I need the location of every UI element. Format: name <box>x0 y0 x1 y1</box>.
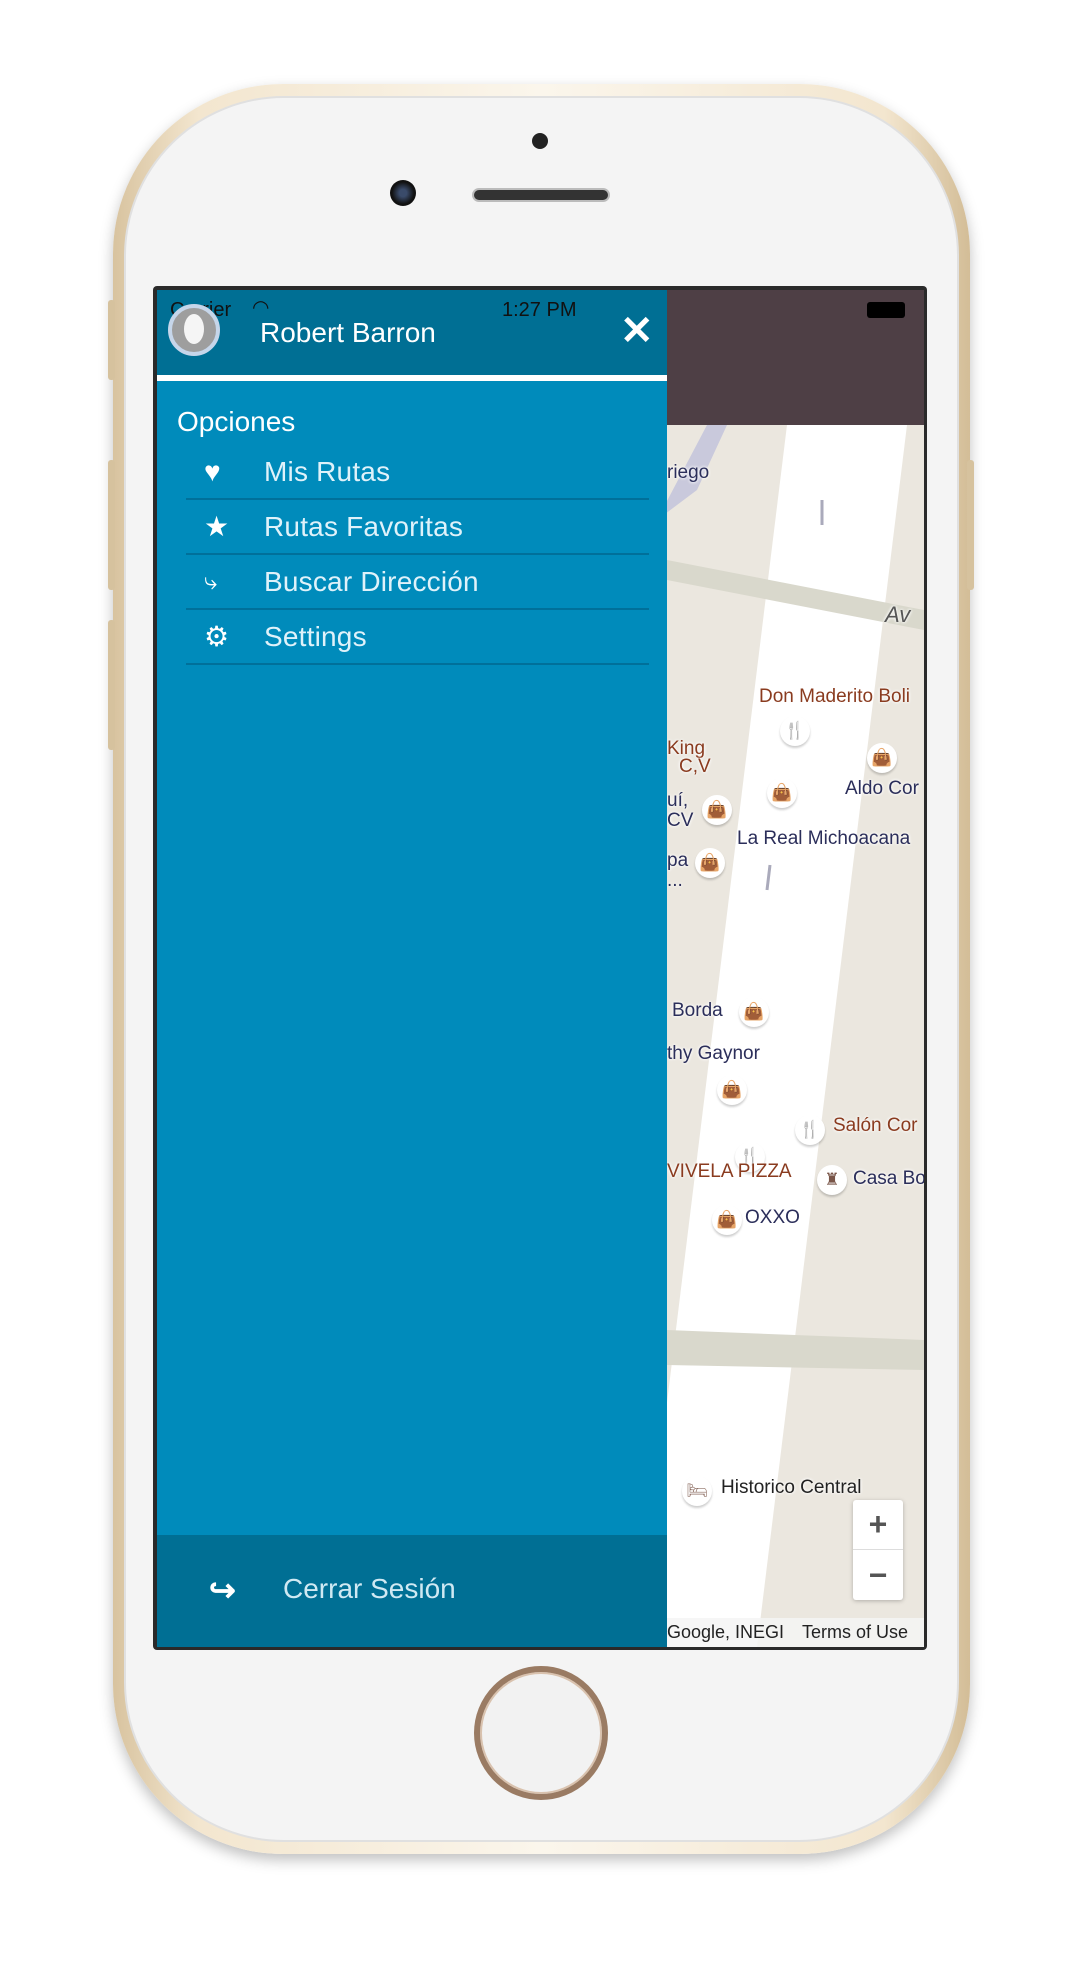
user-name: Robert Barron <box>260 317 436 348</box>
map-label: CV <box>667 810 694 831</box>
map-label: C,V <box>679 756 711 777</box>
zoom-in-button[interactable]: + <box>853 1500 903 1550</box>
menu-item-label: Mis Rutas <box>264 455 391 487</box>
map-label: Casa Bo <box>853 1168 924 1189</box>
map-view[interactable]: riego Av Don Maderito Boli 🍴 King C,V 👜 … <box>667 290 924 1647</box>
map-label: La Real Michoacana <box>737 828 911 849</box>
gear-icon: ⚙ <box>204 621 230 652</box>
map-label: VIVELA PIZZA <box>667 1161 792 1182</box>
star-icon: ★ <box>204 511 230 542</box>
shop-icon[interactable]: 👜 <box>712 1205 742 1235</box>
logout-label: Cerrar Sesión <box>283 1573 456 1604</box>
map-label: pa <box>667 850 689 871</box>
shop-icon[interactable]: 👜 <box>739 997 769 1027</box>
landmark-icon[interactable]: ♜ <box>817 1165 847 1195</box>
shop-icon[interactable]: 👜 <box>695 848 725 878</box>
map-roads <box>667 425 924 1647</box>
earpiece-speaker <box>472 188 610 202</box>
map-label: Aldo Cor <box>845 778 919 799</box>
mute-switch <box>108 300 115 380</box>
power-button <box>967 460 974 590</box>
menu-item-settings[interactable]: ⚙ Settings <box>186 610 649 665</box>
menu-item-label: Rutas Favoritas <box>264 510 464 542</box>
map-label: Don Maderito Boli <box>759 686 911 707</box>
route-pin-icon: ⤷ <box>204 567 218 595</box>
shop-icon[interactable]: 👜 <box>767 778 797 808</box>
menu-item-label: Buscar Dirección <box>264 565 479 597</box>
menu-item-buscar-direccion[interactable]: ⤷ Buscar Dirección <box>186 555 649 610</box>
menu-item-rutas-favoritas[interactable]: ★ Rutas Favoritas <box>186 500 649 555</box>
home-button[interactable] <box>474 1666 608 1800</box>
terms-link[interactable]: Terms of Use <box>802 1622 908 1643</box>
shop-icon[interactable]: 👜 <box>717 1075 747 1105</box>
map-label: ... <box>667 870 683 891</box>
logout-icon: ↪ <box>209 1572 236 1608</box>
volume-down-button <box>108 620 115 750</box>
map-label: uí, <box>667 790 689 811</box>
drawer-header: Carrier ◠ 1:27 PM Robert Barron ✕ <box>157 290 667 375</box>
zoom-control: + − <box>853 1500 903 1600</box>
shop-icon[interactable]: 👜 <box>702 795 732 825</box>
battery-icon <box>867 302 905 318</box>
map-navbar <box>667 290 924 425</box>
side-drawer: Carrier ◠ 1:27 PM Robert Barron ✕ Opcion… <box>157 290 667 1647</box>
attribution-text: Google, INEGI <box>667 1622 785 1642</box>
proximity-sensor <box>532 133 548 149</box>
close-icon[interactable]: ✕ <box>620 308 654 354</box>
map-label: Borda <box>672 1000 723 1021</box>
map-label: riego <box>667 462 710 483</box>
zoom-out-button[interactable]: − <box>853 1550 903 1600</box>
restaurant-icon[interactable]: 🍴 <box>780 716 810 746</box>
map-label: thy Gaynor <box>667 1043 760 1064</box>
status-time: 1:27 PM <box>502 299 577 321</box>
restaurant-icon[interactable]: 🍴 <box>795 1115 825 1145</box>
front-camera <box>390 180 416 206</box>
hotel-icon[interactable]: 🛏 <box>682 1476 712 1506</box>
logout-button[interactable]: ↪ Cerrar Sesión <box>157 1535 667 1647</box>
map-label: Salón Cor <box>833 1115 918 1136</box>
volume-up-button <box>108 460 115 590</box>
shop-icon[interactable]: 👜 <box>867 743 897 773</box>
map-attribution: Google, INEGI Terms of Use <box>667 1618 924 1647</box>
cross-street <box>667 1330 924 1370</box>
section-title: Opciones <box>177 406 296 437</box>
menu-item-label: Settings <box>264 620 367 652</box>
map-label: Historico Central <box>721 1477 862 1498</box>
header-divider <box>157 375 667 381</box>
map-label: OXXO <box>745 1207 800 1228</box>
map-label: Av <box>885 602 911 627</box>
menu-item-mis-rutas[interactable]: ♥ Mis Rutas <box>186 445 649 500</box>
avatar[interactable] <box>168 304 220 356</box>
heart-icon: ♥ <box>204 455 221 487</box>
